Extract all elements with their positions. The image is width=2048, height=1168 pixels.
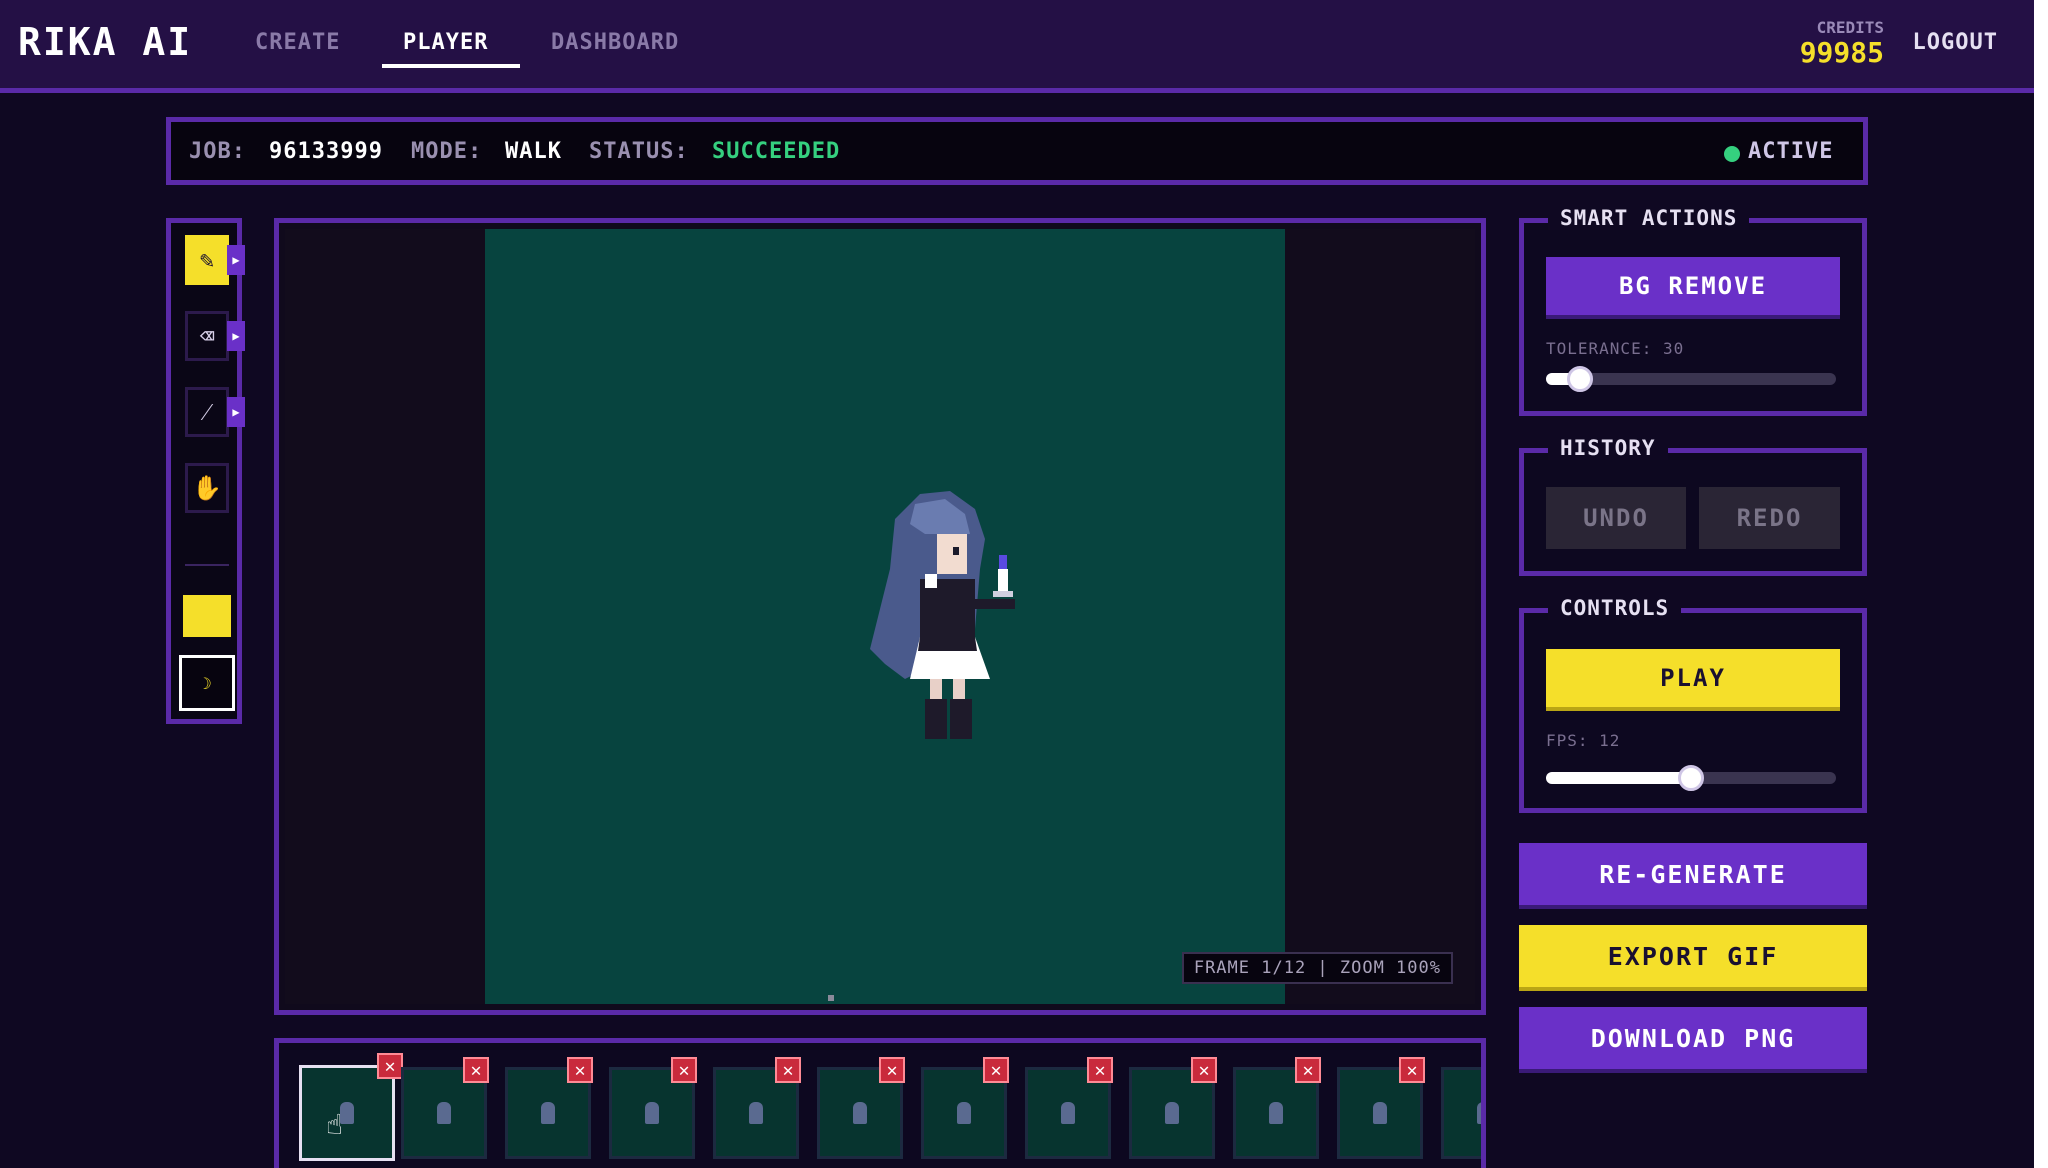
frame-thumbnail [749, 1102, 763, 1124]
logout-button[interactable]: LOGOUT [1913, 30, 1998, 55]
canvas-viewport[interactable]: FRAME 1/12 | ZOOM 100% [285, 229, 1475, 1004]
status-value: SUCCEEDED [712, 139, 841, 164]
controls-panel: CONTROLS PLAY FPS: 12 [1519, 596, 1867, 813]
delete-frame-icon[interactable]: ✕ [1191, 1057, 1217, 1083]
hand-icon: ✋ [192, 474, 222, 502]
delete-frame-icon[interactable]: ✕ [879, 1057, 905, 1083]
nav-player[interactable]: PLAYER [403, 30, 488, 55]
job-label: JOB: [189, 139, 246, 164]
hand-tool[interactable]: ✋ [185, 463, 229, 513]
frame-thumbnail [645, 1102, 659, 1124]
tool-divider [185, 564, 229, 566]
delete-frame-icon[interactable]: ✕ [1399, 1057, 1425, 1083]
timeline-frame[interactable] [299, 1065, 395, 1161]
delete-frame-icon[interactable]: ✕ [1087, 1057, 1113, 1083]
delete-frame-icon[interactable]: ✕ [377, 1053, 403, 1079]
app-logo[interactable]: RIKA AI [18, 20, 192, 64]
pencil-options-arrow[interactable]: ▶ [227, 245, 245, 275]
mouse-cursor-icon: ☝ [326, 1108, 343, 1141]
bg-remove-button[interactable]: BG REMOVE [1546, 257, 1840, 319]
fps-slider[interactable] [1546, 765, 1836, 791]
job-id: 96133999 [269, 139, 383, 164]
moon-icon: ☽ [202, 673, 212, 693]
eraser-options-arrow[interactable]: ▶ [227, 321, 245, 351]
frame-thumbnail [1165, 1102, 1179, 1124]
status-label: STATUS: [589, 139, 689, 164]
tool-palette: ✎ ▶ ⌫ ▶ ⁄ ▶ ✋ ☽ [166, 218, 245, 724]
frame-timeline: ✕ ✕ ✕ ✕ ✕ ✕ ✕ ✕ ✕ ✕ ✕ [274, 1038, 1486, 1168]
tolerance-label: TOLERANCE: 30 [1546, 339, 1685, 358]
magic-wand-icon: ⁄ [204, 397, 209, 426]
mode-value: WALK [505, 139, 562, 164]
delete-frame-icon[interactable]: ✕ [775, 1057, 801, 1083]
delete-frame-icon[interactable]: ✕ [1295, 1057, 1321, 1083]
magic-wand-tool[interactable]: ⁄ [185, 387, 229, 437]
fps-slider-fill [1546, 772, 1691, 784]
frame-thumbnail [541, 1102, 555, 1124]
sprite-character [870, 491, 1015, 739]
delete-frame-icon[interactable]: ✕ [983, 1057, 1009, 1083]
play-button[interactable]: PLAY [1546, 649, 1840, 711]
active-indicator-dot [1724, 146, 1740, 162]
canvas-origin-marker [828, 995, 834, 1001]
delete-frame-icon[interactable]: ✕ [671, 1057, 697, 1083]
smart-actions-panel: SMART ACTIONS BG REMOVE TOLERANCE: 30 [1519, 206, 1867, 416]
tolerance-slider[interactable] [1546, 366, 1836, 392]
active-indicator-label: ACTIVE [1748, 139, 1834, 164]
nav-active-underline [382, 64, 520, 68]
frame-thumbnail [957, 1102, 971, 1124]
magic-wand-options-arrow[interactable]: ▶ [227, 397, 245, 427]
export-gif-button[interactable]: EXPORT GIF [1519, 925, 1867, 991]
frame-thumbnail [1061, 1102, 1075, 1124]
controls-title: CONTROLS [1548, 596, 1682, 620]
frame-thumbnail [853, 1102, 867, 1124]
job-status-bar: JOB: 96133999 MODE: WALK STATUS: SUCCEED… [166, 117, 1868, 185]
secondary-color-swatch[interactable]: ☽ [179, 655, 235, 711]
eraser-icon: ⌫ [199, 322, 215, 350]
regenerate-button[interactable]: RE-GENERATE [1519, 843, 1867, 909]
nav-create[interactable]: CREATE [255, 30, 340, 55]
sprite-canvas: FRAME 1/12 | ZOOM 100% [274, 218, 1486, 1015]
credits-value: 99985 [1799, 36, 1884, 69]
primary-color-swatch[interactable] [183, 595, 231, 637]
delete-frame-icon[interactable]: ✕ [567, 1057, 593, 1083]
timeline-frame[interactable] [1441, 1067, 1481, 1159]
frame-thumbnail [1269, 1102, 1283, 1124]
frame-thumbnail [1373, 1102, 1387, 1124]
download-png-button[interactable]: DOWNLOAD PNG [1519, 1007, 1867, 1073]
page-edge-strip [2034, 0, 2048, 1168]
frame-thumbnail [437, 1102, 451, 1124]
credits-label: CREDITS [1816, 18, 1884, 37]
redo-button[interactable]: REDO [1699, 487, 1840, 549]
smart-actions-title: SMART ACTIONS [1548, 206, 1750, 230]
mode-label: MODE: [411, 139, 483, 164]
pencil-icon: ✎ [199, 246, 215, 274]
delete-frame-icon[interactable]: ✕ [463, 1057, 489, 1083]
frame-thumbnail [1477, 1102, 1481, 1124]
top-nav: RIKA AI CREATE PLAYER DASHBOARD CREDITS … [0, 0, 2034, 93]
undo-button[interactable]: UNDO [1546, 487, 1686, 549]
fps-label: FPS: 12 [1546, 731, 1621, 750]
nav-dashboard[interactable]: DASHBOARD [551, 30, 679, 55]
fps-slider-handle[interactable] [1678, 765, 1704, 791]
history-title: HISTORY [1548, 436, 1668, 460]
tolerance-slider-handle[interactable] [1567, 366, 1593, 392]
eraser-tool[interactable]: ⌫ [185, 311, 229, 361]
frame-zoom-readout: FRAME 1/12 | ZOOM 100% [1181, 952, 1453, 984]
pencil-tool[interactable]: ✎ [185, 235, 229, 285]
history-panel: HISTORY UNDO REDO [1519, 436, 1867, 576]
